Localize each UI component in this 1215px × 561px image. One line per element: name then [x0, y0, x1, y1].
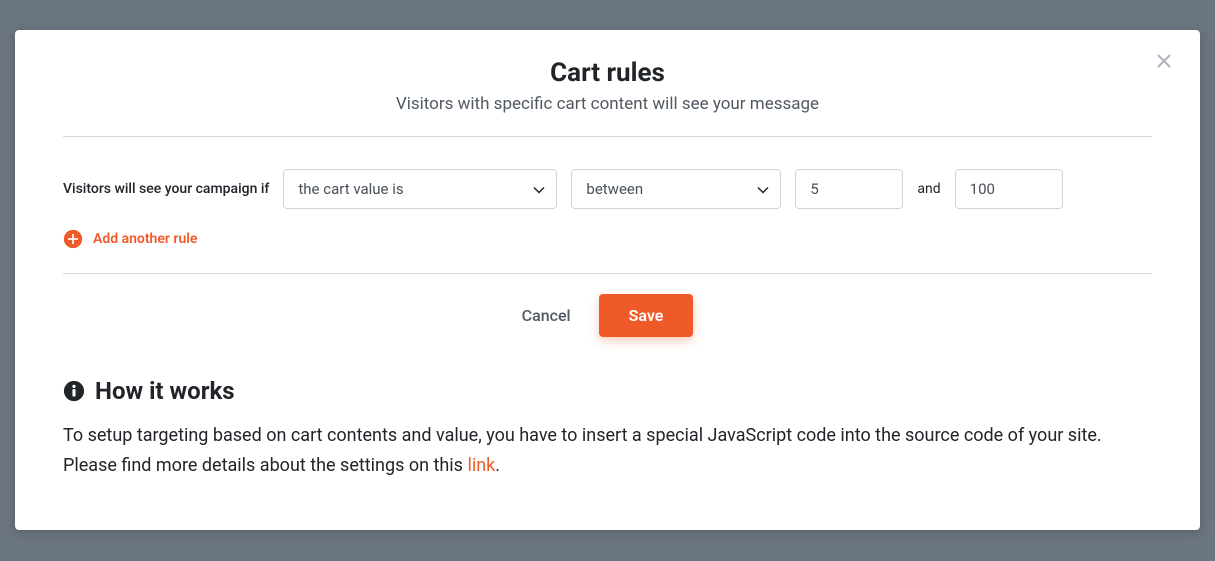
how-text-before: To setup targeting based on cart content… [63, 425, 1102, 476]
save-button[interactable]: Save [599, 294, 694, 337]
close-button[interactable] [1156, 52, 1172, 74]
cart-rules-modal: Cart rules Visitors with specific cart c… [15, 30, 1200, 530]
how-text-after: . [495, 455, 500, 476]
how-it-works-title: How it works [95, 377, 235, 405]
cancel-button[interactable]: Cancel [522, 306, 571, 325]
close-icon [1156, 53, 1172, 69]
how-it-works-section: How it works To setup targeting based on… [63, 377, 1152, 480]
add-rule-label: Add another rule [93, 231, 197, 247]
and-label: and [917, 181, 940, 197]
value-from-input[interactable] [795, 169, 903, 209]
operator-select-wrap: between [571, 169, 781, 209]
add-another-rule-button[interactable]: Add another rule [63, 229, 1152, 273]
plus-circle-icon [63, 229, 83, 249]
condition-select-wrap: the cart value is [283, 169, 557, 209]
modal-subtitle: Visitors with specific cart content will… [63, 94, 1152, 114]
modal-title: Cart rules [63, 58, 1152, 88]
how-it-works-header: How it works [63, 377, 1152, 405]
info-icon [63, 380, 85, 402]
rule-row: Visitors will see your campaign if the c… [63, 137, 1152, 229]
operator-select[interactable]: between [571, 169, 781, 209]
modal-actions: Cancel Save [63, 274, 1152, 367]
how-it-works-text: To setup targeting based on cart content… [63, 421, 1152, 480]
condition-select[interactable]: the cart value is [283, 169, 557, 209]
how-it-works-link[interactable]: link [467, 455, 495, 476]
rule-label: Visitors will see your campaign if [63, 181, 269, 197]
value-to-input[interactable] [955, 169, 1063, 209]
